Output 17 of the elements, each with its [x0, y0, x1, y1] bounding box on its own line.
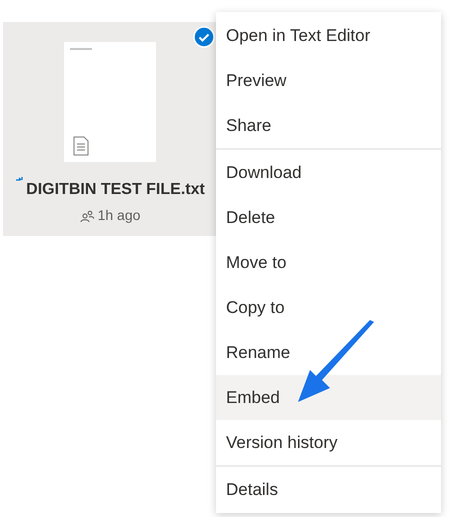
file-name: DIGITBIN TEST FILE.txt: [26, 180, 205, 200]
menu-item[interactable]: Delete: [216, 195, 441, 240]
checkmark-icon[interactable]: [193, 26, 215, 48]
menu-item[interactable]: Details: [216, 467, 441, 512]
menu-item[interactable]: Open in Text Editor: [216, 13, 441, 58]
menu-item[interactable]: Move to: [216, 240, 441, 285]
people-icon: [80, 210, 94, 222]
menu-item[interactable]: Share: [216, 103, 441, 148]
menu-item[interactable]: Copy to: [216, 285, 441, 330]
menu-item[interactable]: Rename: [216, 330, 441, 375]
menu-item[interactable]: Download: [216, 150, 441, 195]
modified-time: 1h ago: [98, 206, 140, 225]
menu-item[interactable]: Version history: [216, 420, 441, 465]
menu-item[interactable]: Preview: [216, 58, 441, 103]
file-tile[interactable]: DIGITBIN TEST FILE.txt 1h ago: [3, 22, 217, 236]
menu-item[interactable]: Embed: [216, 375, 441, 420]
document-icon: [73, 136, 89, 156]
